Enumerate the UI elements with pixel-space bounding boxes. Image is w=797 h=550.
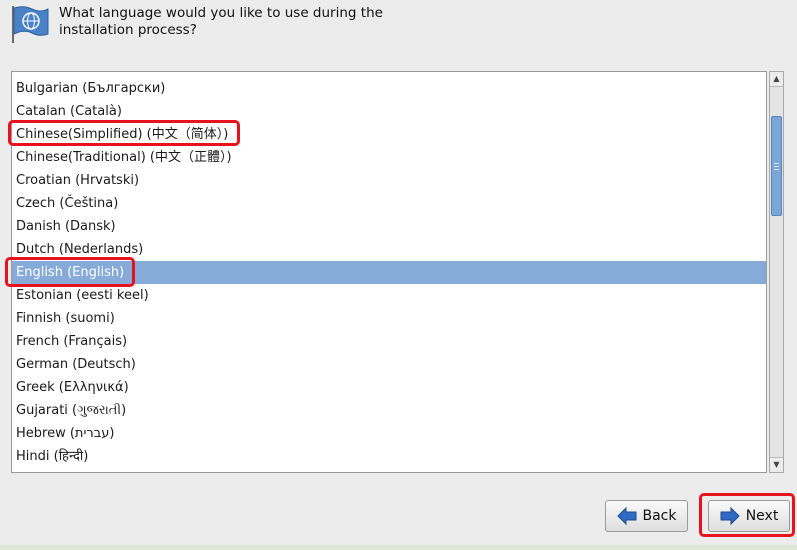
scroll-grip-line xyxy=(774,169,779,170)
language-item[interactable]: Danish (Dansk) xyxy=(12,215,766,238)
language-item[interactable]: Chinese(Simplified) (中文（简体）) xyxy=(12,123,766,146)
next-button[interactable]: Next xyxy=(708,500,790,532)
page-question: What language would you like to use duri… xyxy=(59,5,383,38)
language-item[interactable]: Hebrew (עברית) xyxy=(12,422,766,445)
language-item[interactable]: Hindi (हिन्दी) xyxy=(12,445,766,468)
scroll-grip-line xyxy=(774,166,779,167)
language-item[interactable]: Dutch (Nederlands) xyxy=(12,238,766,261)
arrow-left-icon xyxy=(616,507,636,525)
scroll-thumb[interactable] xyxy=(771,116,782,216)
back-button[interactable]: Back xyxy=(605,500,688,532)
language-item[interactable]: Gujarati (ગુજરાતી) xyxy=(12,399,766,422)
language-item[interactable]: Chinese(Traditional) (中文（正體）) xyxy=(12,146,766,169)
language-item[interactable]: English (English) xyxy=(12,261,766,284)
language-item[interactable]: Greek (Ελληνικά) xyxy=(12,376,766,399)
language-item[interactable]: Catalan (Català) xyxy=(12,100,766,123)
language-item[interactable]: Finnish (suomi) xyxy=(12,307,766,330)
language-item[interactable]: Bulgarian (Български) xyxy=(12,77,766,100)
language-list-items: Bulgarian (Български) Catalan (Català) Chi… xyxy=(12,77,766,468)
language-flag-icon xyxy=(12,6,49,43)
language-item[interactable]: Estonian (eesti keel) xyxy=(12,284,766,307)
scroll-down-button[interactable]: ▼ xyxy=(770,457,783,472)
language-item[interactable]: French (Français) xyxy=(12,330,766,353)
next-button-label: Next xyxy=(745,508,779,524)
language-item[interactable]: Czech (Čeština) xyxy=(12,192,766,215)
scroll-up-button[interactable]: ▲ xyxy=(770,72,783,87)
list-scrollbar[interactable]: ▲ ▼ xyxy=(769,71,784,473)
language-list[interactable]: Bulgarian (Български) Catalan (Català) Chi… xyxy=(11,71,767,473)
header: What language would you like to use duri… xyxy=(0,0,797,60)
language-item[interactable]: German (Deutsch) xyxy=(12,353,766,376)
arrow-right-icon xyxy=(720,507,740,525)
scroll-grip-line xyxy=(774,163,779,164)
language-item[interactable]: Croatian (Hrvatski) xyxy=(12,169,766,192)
bottom-strip xyxy=(0,545,797,550)
back-button-label: Back xyxy=(642,508,677,524)
